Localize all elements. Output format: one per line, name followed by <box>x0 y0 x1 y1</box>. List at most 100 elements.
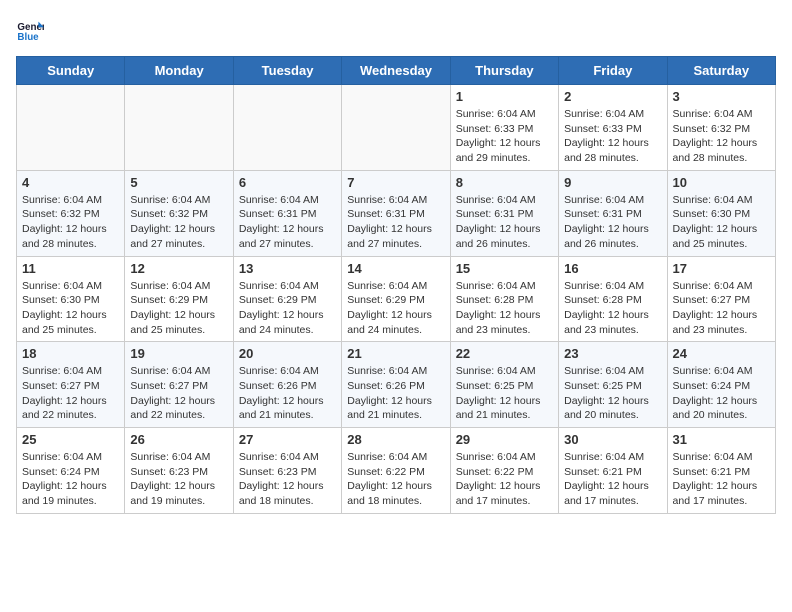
day-header-tuesday: Tuesday <box>233 57 341 85</box>
page-header: General Blue <box>16 16 776 44</box>
day-number: 4 <box>22 175 119 190</box>
day-info: Sunrise: 6:04 AM Sunset: 6:31 PM Dayligh… <box>564 193 661 252</box>
calendar-day-cell: 8Sunrise: 6:04 AM Sunset: 6:31 PM Daylig… <box>450 170 558 256</box>
day-number: 18 <box>22 346 119 361</box>
calendar-day-cell: 28 Sunrise: 6:04 AM Sunset: 6:22 PM Dayli… <box>342 428 450 514</box>
day-number: 14 <box>347 261 444 276</box>
day-number: 7 <box>347 175 444 190</box>
day-info: Sunrise: 6:04 AM Sunset: 6:31 PM Dayligh… <box>239 193 336 252</box>
calendar-day-cell: 9 Sunrise: 6:04 AM Sunset: 6:31 PM Daylig… <box>559 170 667 256</box>
day-info: Sunrise: 6:04 AM Sunset: 6:29 PM Dayligh… <box>347 279 444 338</box>
calendar-day-cell <box>125 85 233 171</box>
day-info: Sunrise: 6:04 AM Sunset: 6:24 PM Dayligh… <box>22 450 119 509</box>
day-header-wednesday: Wednesday <box>342 57 450 85</box>
calendar-week-row: 11 Sunrise: 6:04 AM Sunset: 6:30 PM Dayli… <box>17 256 776 342</box>
day-info: Sunrise: 6:04 AM Sunset: 6:22 PM Dayligh… <box>347 450 444 509</box>
day-info: Sunrise: 6:04 AM Sunset: 6:21 PM Dayligh… <box>673 450 770 509</box>
day-header-friday: Friday <box>559 57 667 85</box>
day-header-monday: Monday <box>125 57 233 85</box>
calendar-day-cell: 24Sunrise: 6:04 AM Sunset: 6:24 PM Dayli… <box>667 342 775 428</box>
day-number: 8 <box>456 175 553 190</box>
calendar-day-cell: 14 Sunrise: 6:04 AM Sunset: 6:29 PM Dayli… <box>342 256 450 342</box>
calendar-day-cell: 21 Sunrise: 6:04 AM Sunset: 6:26 PM Dayli… <box>342 342 450 428</box>
calendar-day-cell: 25 Sunrise: 6:04 AM Sunset: 6:24 PM Dayli… <box>17 428 125 514</box>
day-info: Sunrise: 6:04 AM Sunset: 6:25 PM Dayligh… <box>456 364 553 423</box>
calendar-day-cell: 27Sunrise: 6:04 AM Sunset: 6:23 PM Dayli… <box>233 428 341 514</box>
day-info: Sunrise: 6:04 AM Sunset: 6:27 PM Dayligh… <box>673 279 770 338</box>
day-info: Sunrise: 6:04 AM Sunset: 6:25 PM Dayligh… <box>564 364 661 423</box>
calendar-day-cell: 22 Sunrise: 6:04 AM Sunset: 6:25 PM Dayli… <box>450 342 558 428</box>
day-info: Sunrise: 6:04 AM Sunset: 6:22 PM Dayligh… <box>456 450 553 509</box>
day-info: Sunrise: 6:04 AM Sunset: 6:29 PM Dayligh… <box>239 279 336 338</box>
day-number: 28 <box>347 432 444 447</box>
day-info: Sunrise: 6:04 AM Sunset: 6:26 PM Dayligh… <box>239 364 336 423</box>
calendar-day-cell: 4Sunrise: 6:04 AM Sunset: 6:32 PM Daylig… <box>17 170 125 256</box>
day-info: Sunrise: 6:04 AM Sunset: 6:27 PM Dayligh… <box>130 364 227 423</box>
day-info: Sunrise: 6:04 AM Sunset: 6:28 PM Dayligh… <box>564 279 661 338</box>
calendar-day-cell: 16 Sunrise: 6:04 AM Sunset: 6:28 PM Dayli… <box>559 256 667 342</box>
day-number: 22 <box>456 346 553 361</box>
day-number: 21 <box>347 346 444 361</box>
calendar-day-cell: 2 Sunrise: 6:04 AM Sunset: 6:33 PM Daylig… <box>559 85 667 171</box>
day-number: 10 <box>673 175 770 190</box>
day-header-sunday: Sunday <box>17 57 125 85</box>
day-info: Sunrise: 6:04 AM Sunset: 6:28 PM Dayligh… <box>456 279 553 338</box>
calendar-day-cell: 20Sunrise: 6:04 AM Sunset: 6:26 PM Dayli… <box>233 342 341 428</box>
day-number: 26 <box>130 432 227 447</box>
calendar-week-row: 18 Sunrise: 6:04 AM Sunset: 6:27 PM Dayli… <box>17 342 776 428</box>
calendar-day-cell: 30Sunrise: 6:04 AM Sunset: 6:21 PM Dayli… <box>559 428 667 514</box>
calendar-day-cell: 23 Sunrise: 6:04 AM Sunset: 6:25 PM Dayli… <box>559 342 667 428</box>
day-number: 24 <box>673 346 770 361</box>
calendar-day-cell: 29 Sunrise: 6:04 AM Sunset: 6:22 PM Dayli… <box>450 428 558 514</box>
day-info: Sunrise: 6:04 AM Sunset: 6:33 PM Dayligh… <box>564 107 661 166</box>
day-info: Sunrise: 6:04 AM Sunset: 6:32 PM Dayligh… <box>673 107 770 166</box>
calendar-day-cell <box>17 85 125 171</box>
days-header-row: SundayMondayTuesdayWednesdayThursdayFrid… <box>17 57 776 85</box>
calendar-day-cell: 7Sunrise: 6:04 AM Sunset: 6:31 PM Daylig… <box>342 170 450 256</box>
calendar-day-cell: 5Sunrise: 6:04 AM Sunset: 6:32 PM Daylig… <box>125 170 233 256</box>
day-number: 27 <box>239 432 336 447</box>
day-number: 17 <box>673 261 770 276</box>
day-info: Sunrise: 6:04 AM Sunset: 6:30 PM Dayligh… <box>22 279 119 338</box>
day-number: 1 <box>456 89 553 104</box>
calendar-day-cell: 6 Sunrise: 6:04 AM Sunset: 6:31 PM Daylig… <box>233 170 341 256</box>
day-info: Sunrise: 6:04 AM Sunset: 6:30 PM Dayligh… <box>673 193 770 252</box>
day-number: 13 <box>239 261 336 276</box>
day-info: Sunrise: 6:04 AM Sunset: 6:23 PM Dayligh… <box>130 450 227 509</box>
day-number: 6 <box>239 175 336 190</box>
day-number: 9 <box>564 175 661 190</box>
calendar-day-cell: 10 Sunrise: 6:04 AM Sunset: 6:30 PM Dayli… <box>667 170 775 256</box>
day-number: 29 <box>456 432 553 447</box>
calendar-day-cell: 26 Sunrise: 6:04 AM Sunset: 6:23 PM Dayli… <box>125 428 233 514</box>
calendar-day-cell: 12 Sunrise: 6:04 AM Sunset: 6:29 PM Dayli… <box>125 256 233 342</box>
calendar-table: SundayMondayTuesdayWednesdayThursdayFrid… <box>16 56 776 514</box>
day-number: 12 <box>130 261 227 276</box>
day-info: Sunrise: 6:04 AM Sunset: 6:21 PM Dayligh… <box>564 450 661 509</box>
day-number: 23 <box>564 346 661 361</box>
day-info: Sunrise: 6:04 AM Sunset: 6:26 PM Dayligh… <box>347 364 444 423</box>
calendar-day-cell <box>342 85 450 171</box>
calendar-day-cell: 11 Sunrise: 6:04 AM Sunset: 6:30 PM Dayli… <box>17 256 125 342</box>
calendar-day-cell: 31 Sunrise: 6:04 AM Sunset: 6:21 PM Dayli… <box>667 428 775 514</box>
calendar-day-cell: 19 Sunrise: 6:04 AM Sunset: 6:27 PM Dayli… <box>125 342 233 428</box>
day-number: 19 <box>130 346 227 361</box>
calendar-day-cell: 1Sunrise: 6:04 AM Sunset: 6:33 PM Daylig… <box>450 85 558 171</box>
day-header-thursday: Thursday <box>450 57 558 85</box>
day-number: 2 <box>564 89 661 104</box>
day-number: 15 <box>456 261 553 276</box>
day-info: Sunrise: 6:04 AM Sunset: 6:32 PM Dayligh… <box>130 193 227 252</box>
calendar-day-cell: 13 Sunrise: 6:04 AM Sunset: 6:29 PM Dayli… <box>233 256 341 342</box>
calendar-week-row: 4 Sunrise: 6:04 AM Sunset: 6:32 PM Daylig… <box>17 170 776 256</box>
day-info: Sunrise: 6:04 AM Sunset: 6:27 PM Dayligh… <box>22 364 119 423</box>
day-number: 16 <box>564 261 661 276</box>
day-number: 11 <box>22 261 119 276</box>
calendar-day-cell: 18 Sunrise: 6:04 AM Sunset: 6:27 PM Dayli… <box>17 342 125 428</box>
day-number: 25 <box>22 432 119 447</box>
logo: General Blue <box>16 16 48 44</box>
logo-icon: General Blue <box>16 16 44 44</box>
calendar-week-row: 25 Sunrise: 6:04 AM Sunset: 6:24 PM Dayli… <box>17 428 776 514</box>
day-header-saturday: Saturday <box>667 57 775 85</box>
calendar-day-cell: 17 Sunrise: 6:04 AM Sunset: 6:27 PM Dayli… <box>667 256 775 342</box>
day-info: Sunrise: 6:04 AM Sunset: 6:29 PM Dayligh… <box>130 279 227 338</box>
day-number: 31 <box>673 432 770 447</box>
